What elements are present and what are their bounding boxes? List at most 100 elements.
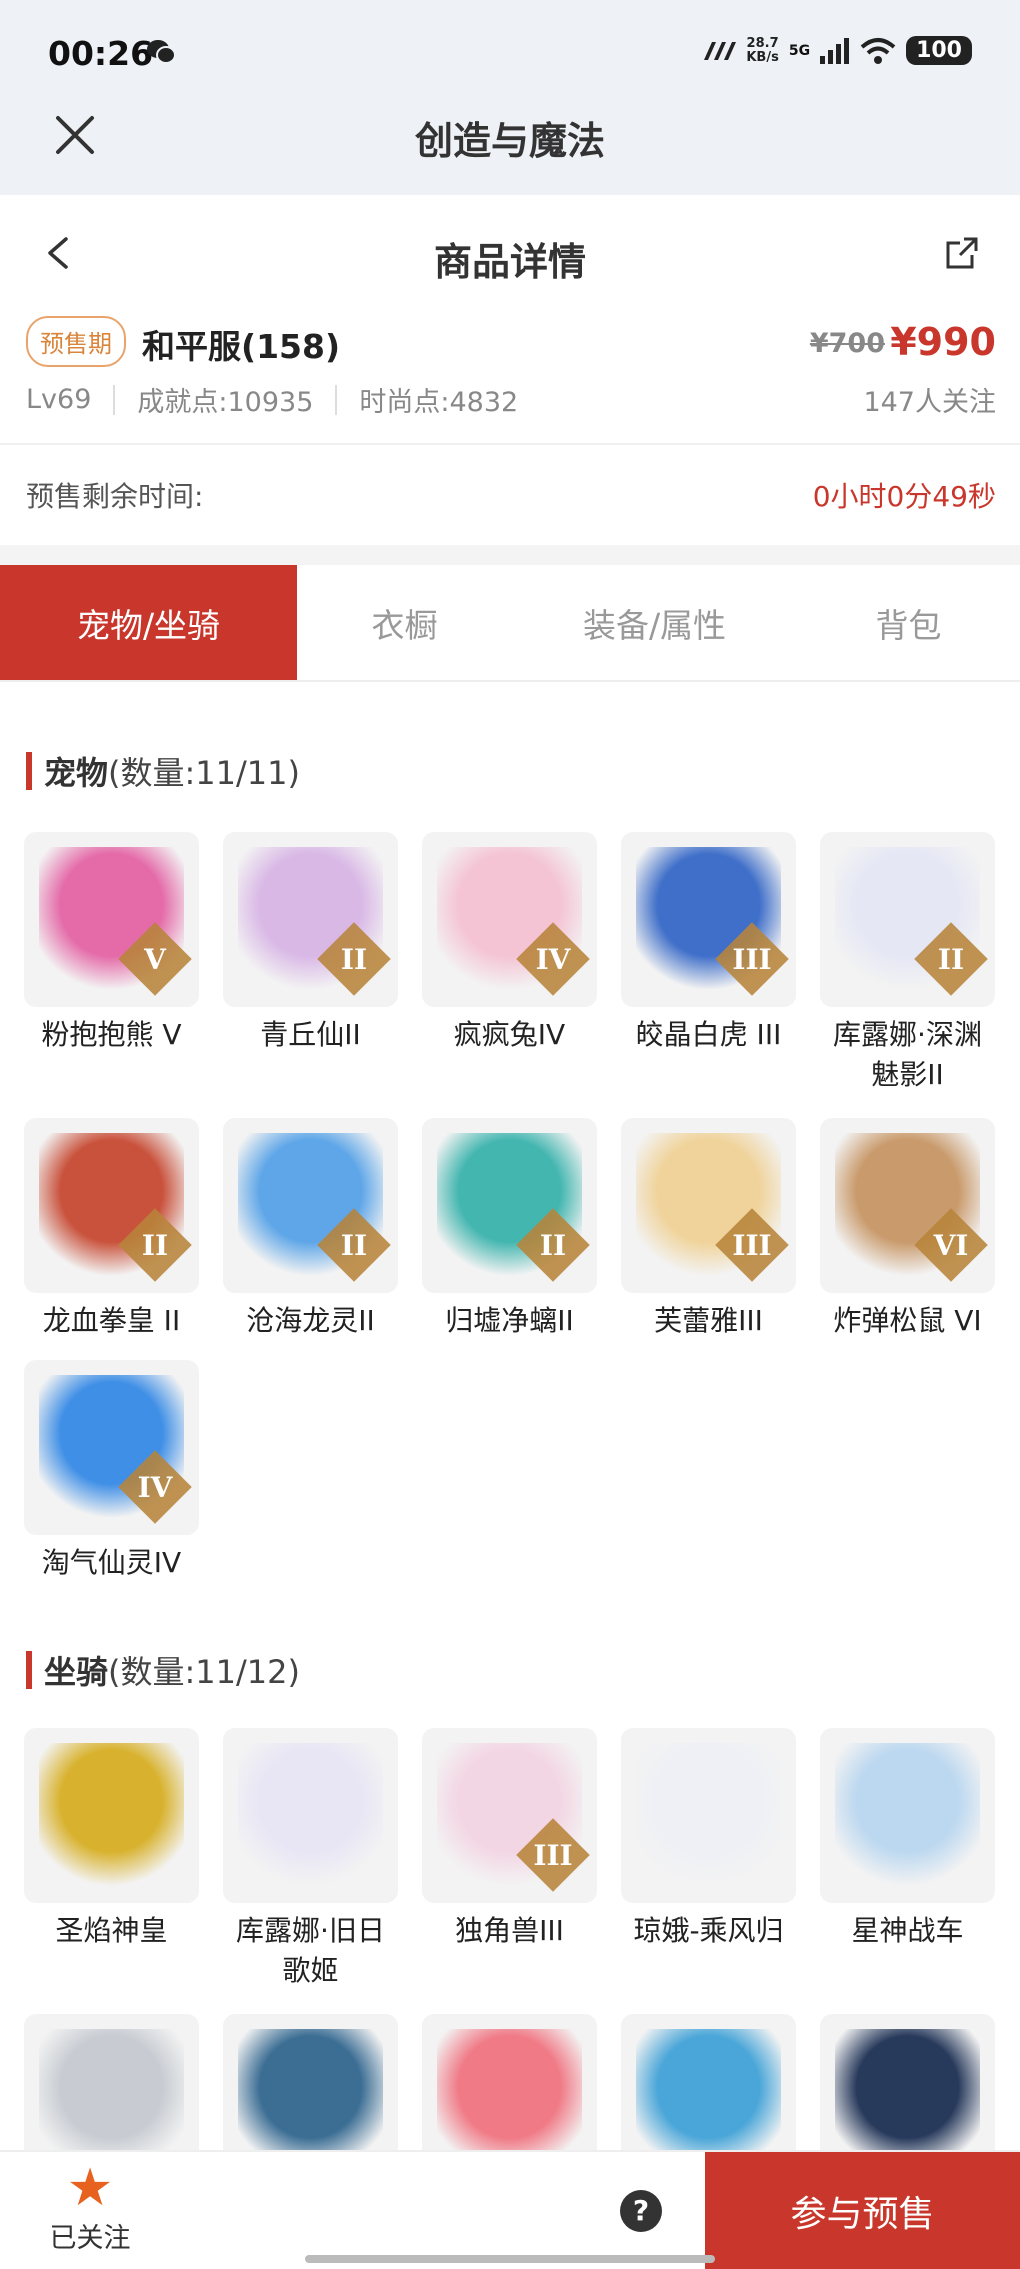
pet-name: 沧海龙灵II bbox=[246, 1304, 375, 1337]
mount-image bbox=[437, 2029, 582, 2150]
help-icon[interactable]: ? bbox=[620, 2190, 662, 2232]
mount-item[interactable] bbox=[24, 2014, 199, 2150]
battery-indicator: 100 bbox=[906, 36, 972, 65]
mount-thumbnail bbox=[621, 2014, 796, 2150]
mount-thumbnail bbox=[621, 1728, 796, 1903]
nfc-icon bbox=[704, 41, 737, 60]
bottom-action-bar: ★ 已关注 ? 参与预售 bbox=[0, 2150, 1020, 2269]
mounts-count: (数量:11/12) bbox=[108, 1653, 300, 1691]
followers-count: 147人关注 bbox=[863, 387, 996, 418]
mount-item[interactable]: 星神战车 bbox=[820, 1728, 995, 1951]
tier-label: IV bbox=[535, 942, 571, 976]
mount-item[interactable] bbox=[621, 2014, 796, 2150]
mount-item[interactable]: 琼娥-乘风归 bbox=[621, 1728, 796, 1951]
section-accent-bar bbox=[26, 1651, 32, 1689]
mount-item[interactable]: 库露娜·旧日歌姬 bbox=[223, 1728, 398, 1991]
mount-name: 琼娥-乘风归 bbox=[633, 1914, 784, 1947]
pet-item[interactable]: II 龙血拳皇 II bbox=[24, 1118, 199, 1341]
level-text: Lv69 bbox=[26, 384, 92, 415]
tier-label: II bbox=[141, 1228, 169, 1262]
mount-name: 独角兽III bbox=[455, 1914, 564, 1947]
mount-image bbox=[39, 1743, 184, 1888]
mount-thumbnail bbox=[422, 2014, 597, 2150]
pet-thumbnail: II bbox=[223, 832, 398, 1007]
fashion-text: 时尚点:4832 bbox=[359, 387, 519, 418]
mount-thumbnail bbox=[24, 2014, 199, 2150]
mount-image bbox=[636, 2029, 781, 2150]
mount-thumbnail bbox=[24, 1728, 199, 1903]
mount-name: 圣焰神皇 bbox=[55, 1914, 168, 1947]
mount-image bbox=[835, 2029, 980, 2150]
tab-equipment[interactable]: 装备/属性 bbox=[512, 565, 797, 680]
pet-item[interactable]: IV 疯疯兔IV bbox=[422, 832, 597, 1055]
pet-thumbnail: II bbox=[24, 1118, 199, 1293]
tab-bar: 宠物/坐骑 衣橱 装备/属性 背包 bbox=[0, 565, 1020, 682]
pet-name: 粉抱抱熊 V bbox=[41, 1018, 182, 1051]
pet-thumbnail: III bbox=[621, 832, 796, 1007]
tier-label: II bbox=[539, 1228, 567, 1262]
app-title: 创造与魔法 bbox=[414, 119, 605, 163]
pet-item[interactable]: II 沧海龙灵II bbox=[223, 1118, 398, 1341]
home-indicator[interactable] bbox=[305, 2255, 715, 2263]
pet-item[interactable]: II 青丘仙II bbox=[223, 832, 398, 1055]
product-summary: 预售期 和平服(158) ¥700 ¥990 Lv69 成就点:10935 时尚… bbox=[0, 308, 1020, 443]
mount-item[interactable] bbox=[820, 2014, 995, 2150]
app-bar: 创造与魔法 bbox=[0, 110, 1020, 195]
join-presale-button[interactable]: 参与预售 bbox=[705, 2152, 1020, 2269]
original-price: ¥700 bbox=[809, 328, 885, 359]
tier-label: III bbox=[732, 1228, 772, 1262]
tab-pets-mounts[interactable]: 宠物/坐骑 bbox=[0, 565, 297, 680]
pet-thumbnail: V bbox=[24, 832, 199, 1007]
mount-item[interactable] bbox=[422, 2014, 597, 2150]
mount-thumbnail bbox=[223, 1728, 398, 1903]
pet-name: 炸弹松鼠 VI bbox=[833, 1304, 982, 1337]
divider bbox=[113, 384, 116, 415]
tier-label: V bbox=[144, 942, 166, 976]
section-gap bbox=[0, 545, 1020, 565]
mount-image bbox=[636, 1743, 781, 1888]
mount-item[interactable] bbox=[223, 2014, 398, 2150]
presale-badge: 预售期 bbox=[26, 316, 126, 367]
star-icon: ★ bbox=[66, 2158, 114, 2218]
countdown-value: 0小时0分49秒 bbox=[812, 480, 996, 513]
pet-thumbnail: IV bbox=[422, 832, 597, 1007]
mount-image bbox=[238, 1743, 383, 1888]
mount-thumbnail: III bbox=[422, 1728, 597, 1903]
nav-bar: 商品详情 bbox=[0, 195, 1020, 315]
pet-thumbnail: III bbox=[621, 1118, 796, 1293]
pet-name: 芙蕾雅III bbox=[654, 1304, 763, 1337]
mount-image bbox=[39, 2029, 184, 2150]
pet-item[interactable]: VI 炸弹松鼠 VI bbox=[820, 1118, 995, 1341]
pet-item[interactable]: II 库露娜·深渊魅影II bbox=[820, 832, 995, 1095]
status-bar: 00:26 28.7 KB/s 5G 100 bbox=[0, 0, 1020, 110]
pet-name: 淘气仙灵IV bbox=[41, 1546, 182, 1579]
network-type: 5G bbox=[788, 42, 811, 59]
pet-item[interactable]: III 皎晶白虎 III bbox=[621, 832, 796, 1055]
follow-button[interactable]: ★ 已关注 bbox=[40, 2160, 140, 2255]
mount-item[interactable]: III 独角兽III bbox=[422, 1728, 597, 1951]
mounts-grid: 圣焰神皇 库露娜·旧日歌姬 III 独角兽III 琼娥-乘风归 星神战车 bbox=[24, 1728, 1004, 2150]
mount-item[interactable]: 圣焰神皇 bbox=[24, 1728, 199, 1951]
tab-wardrobe[interactable]: 衣橱 bbox=[297, 565, 512, 680]
divider bbox=[335, 384, 338, 415]
mount-name: 库露娜·旧日歌姬 bbox=[236, 1914, 385, 1987]
mount-thumbnail bbox=[820, 2014, 995, 2150]
pet-item[interactable]: II 归墟净螭II bbox=[422, 1118, 597, 1341]
tier-label: III bbox=[732, 942, 772, 976]
tab-backpack[interactable]: 背包 bbox=[797, 565, 1020, 680]
signal-icon bbox=[820, 37, 850, 64]
wechat-icon bbox=[147, 40, 176, 64]
share-icon[interactable] bbox=[944, 235, 980, 271]
status-time: 00:26 bbox=[48, 34, 154, 73]
pet-item[interactable]: V 粉抱抱熊 V bbox=[24, 832, 199, 1055]
pet-name: 皎晶白虎 III bbox=[635, 1018, 782, 1051]
mount-image bbox=[835, 1743, 980, 1888]
pet-name: 疯疯兔IV bbox=[453, 1018, 566, 1051]
mount-thumbnail bbox=[223, 2014, 398, 2150]
mount-name: 星神战车 bbox=[851, 1914, 964, 1947]
status-indicators: 28.7 KB/s 5G 100 bbox=[702, 36, 972, 65]
mount-image bbox=[238, 2029, 383, 2150]
pet-item[interactable]: IV 淘气仙灵IV bbox=[24, 1360, 199, 1583]
pet-item[interactable]: III 芙蕾雅III bbox=[621, 1118, 796, 1341]
mounts-title: 坐骑 bbox=[44, 1653, 109, 1691]
